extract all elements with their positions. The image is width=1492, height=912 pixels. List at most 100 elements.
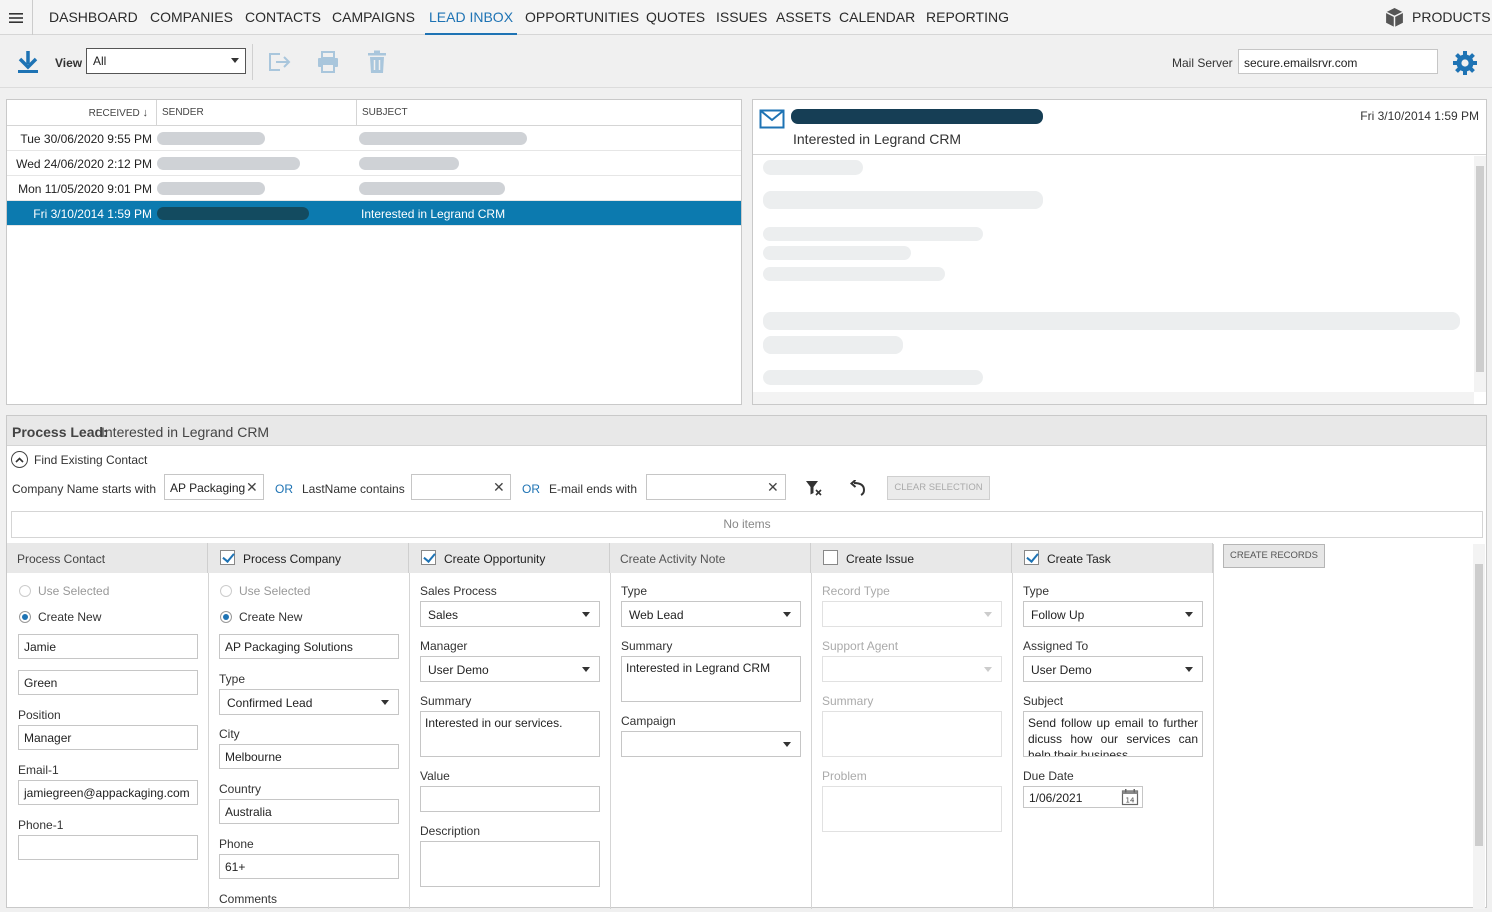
last-name-input[interactable]: Green: [18, 670, 198, 695]
menu-icon[interactable]: [0, 0, 33, 35]
contact-create-new-radio[interactable]: [19, 611, 31, 623]
sales-process-select[interactable]: Sales: [420, 601, 600, 627]
position-label: Position: [18, 708, 61, 722]
company-create-new-radio[interactable]: [220, 611, 232, 623]
process-scrollbar[interactable]: [1473, 544, 1485, 909]
sender-redacted: [791, 109, 1043, 124]
position-input[interactable]: Manager: [18, 725, 198, 750]
company-type-label: Type: [219, 672, 246, 686]
nav-dashboard[interactable]: DASHBOARD: [49, 0, 138, 35]
email-preview: Interested in Legrand CRM Fri 3/10/2014 …: [752, 99, 1487, 405]
company-type-select[interactable]: Confirmed Lead: [219, 689, 399, 715]
preview-hscrollbar[interactable]: [753, 392, 1474, 404]
undo-icon[interactable]: [847, 477, 869, 499]
download-icon[interactable]: [15, 48, 41, 76]
view-select[interactable]: All: [86, 48, 246, 74]
company-name-input[interactable]: AP Packaging Solutions: [219, 634, 399, 659]
calendar-icon[interactable]: 14: [1121, 788, 1139, 806]
clear-selection-button[interactable]: CLEAR SELECTION: [887, 476, 990, 500]
campaign-select[interactable]: [621, 731, 801, 757]
products-icon[interactable]: [1384, 7, 1405, 31]
issue-summary-input[interactable]: [822, 711, 1002, 757]
value-label: Value: [420, 769, 450, 783]
city-input[interactable]: Melbourne: [219, 744, 399, 769]
export-icon[interactable]: [265, 50, 293, 74]
create-opportunity-checkbox[interactable]: [421, 550, 436, 565]
task-type-select[interactable]: Follow Up: [1023, 601, 1203, 627]
company-phone-input[interactable]: 61+: [219, 854, 399, 879]
process-lead-header: Process Lead: Interested in Legrand CRM: [7, 416, 1486, 446]
create-task-checkbox[interactable]: [1024, 550, 1039, 565]
create-issue-checkbox[interactable]: [823, 550, 838, 565]
preview-scrollbar[interactable]: [1474, 156, 1486, 392]
print-icon[interactable]: [315, 49, 341, 75]
activity-summary-input[interactable]: Interested in Legrand CRM: [621, 656, 801, 702]
manager-select[interactable]: User Demo: [420, 656, 600, 682]
table-row[interactable]: Wed 24/06/2020 2:12 PM: [7, 151, 741, 176]
phone-input[interactable]: [18, 835, 198, 860]
nav-campaigns[interactable]: CAMPAIGNS: [332, 0, 415, 35]
email-input[interactable]: jamiegreen@appackaging.com: [18, 780, 198, 805]
clear-lastname-icon[interactable]: ✕: [493, 479, 505, 496]
nav-companies[interactable]: COMPANIES: [150, 0, 233, 35]
row-received: Fri 3/10/2014 1:59 PM: [33, 207, 152, 221]
first-name-input[interactable]: Jamie: [18, 634, 198, 659]
table-row[interactable]: Mon 11/05/2020 9:01 PM: [7, 176, 741, 201]
nav-opportunities[interactable]: OPPORTUNITIES: [525, 0, 639, 35]
row-received: Wed 24/06/2020 2:12 PM: [16, 157, 152, 171]
value-input[interactable]: [420, 786, 600, 812]
gear-icon[interactable]: [1451, 49, 1478, 76]
trash-icon[interactable]: [365, 49, 389, 75]
clear-company-icon[interactable]: ✕: [246, 479, 258, 496]
task-subject-input[interactable]: Send follow up email to further dicuss h…: [1023, 711, 1203, 757]
subject-redacted: [359, 157, 459, 170]
table-row[interactable]: Tue 30/06/2020 9:55 PM: [7, 126, 741, 151]
create-records-button[interactable]: CREATE RECORDS: [1223, 544, 1325, 568]
nav-contacts[interactable]: CONTACTS: [245, 0, 321, 35]
sort-down-arrow-icon: ↓: [142, 107, 149, 119]
description-input[interactable]: [420, 841, 600, 887]
clear-email-icon[interactable]: ✕: [767, 479, 779, 496]
company-use-selected-radio[interactable]: [220, 585, 232, 597]
chevron-down-icon: [984, 612, 992, 617]
opportunity-summary-input[interactable]: Interested in our services.: [420, 711, 600, 757]
body-redacted: [763, 312, 1460, 330]
nav-reporting[interactable]: REPORTING: [926, 0, 1009, 35]
scrollbar-thumb[interactable]: [1476, 166, 1484, 372]
column-header-received-label: RECEIVED: [88, 108, 140, 119]
nav-assets[interactable]: ASSETS: [776, 0, 831, 35]
column-header-subject[interactable]: SUBJECT: [357, 100, 741, 126]
assigned-to-label: Assigned To: [1023, 639, 1089, 653]
nav-lead-inbox[interactable]: LEAD INBOX: [425, 0, 518, 35]
find-existing-contact[interactable]: Find Existing Contact: [34, 453, 147, 467]
column-header-sender[interactable]: SENDER: [157, 100, 357, 126]
clear-filter-icon[interactable]: [803, 477, 825, 499]
activity-type-select[interactable]: Web Lead: [621, 601, 801, 627]
table-row-selected[interactable]: Fri 3/10/2014 1:59 PM Interested in Legr…: [7, 201, 741, 226]
subject-redacted: [359, 132, 527, 145]
record-type-select[interactable]: [822, 601, 1002, 627]
contact-use-selected-radio[interactable]: [19, 585, 31, 597]
country-input[interactable]: Australia: [219, 799, 399, 824]
view-select-value: All: [93, 54, 107, 68]
nav-quotes[interactable]: QUOTES: [646, 0, 705, 35]
create-issue-header: Create Issue: [811, 543, 1012, 573]
nav-products[interactable]: PRODUCTS: [1412, 0, 1491, 35]
column-header-received[interactable]: RECEIVED ↓: [7, 100, 157, 126]
nav-issues[interactable]: ISSUES: [716, 0, 767, 35]
assigned-to-value: User Demo: [1031, 663, 1092, 677]
email-filter-input[interactable]: [646, 474, 786, 500]
body-redacted: [763, 227, 983, 241]
collapse-up-icon[interactable]: [11, 451, 28, 468]
process-lead-title: Interested in Legrand CRM: [101, 424, 270, 440]
process-company-checkbox[interactable]: [220, 550, 235, 565]
assigned-to-select[interactable]: User Demo: [1023, 656, 1203, 682]
mail-server-input[interactable]: secure.emailsrvr.com: [1238, 49, 1438, 74]
support-agent-select[interactable]: [822, 656, 1002, 682]
chevron-down-icon: [783, 742, 791, 747]
nav-calendar[interactable]: CALENDAR: [839, 0, 915, 35]
column-divider: [1213, 544, 1214, 909]
process-lead-label: Process Lead:: [12, 424, 108, 440]
scrollbar-thumb[interactable]: [1475, 564, 1483, 846]
problem-input[interactable]: [822, 786, 1002, 832]
